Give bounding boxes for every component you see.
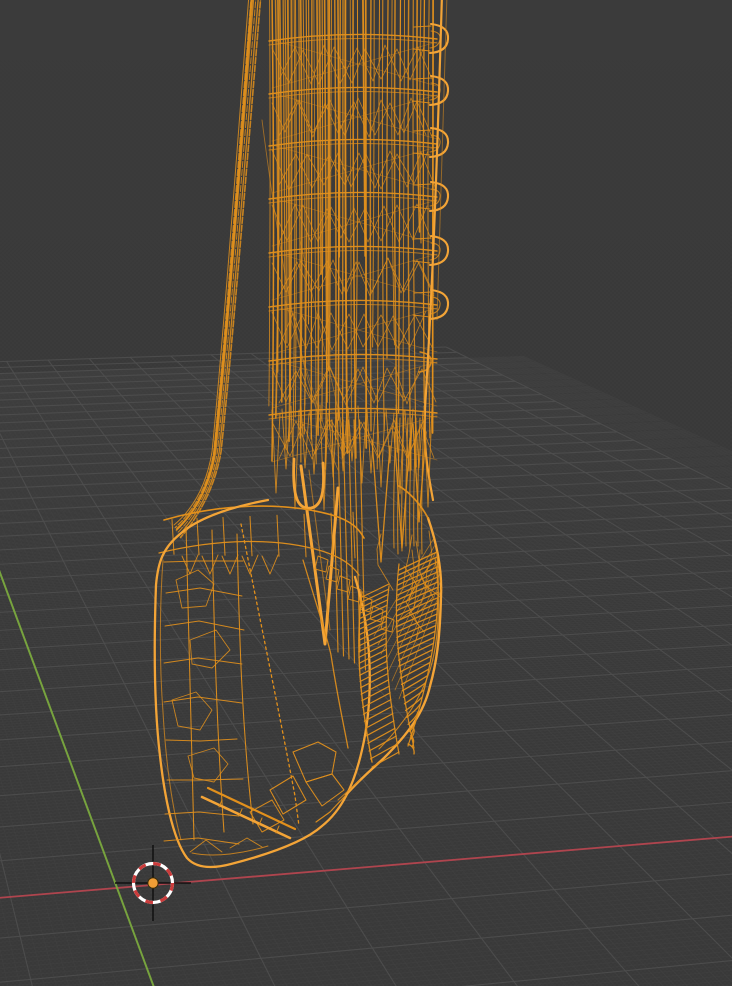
viewport-canvas[interactable]	[0, 0, 732, 986]
blender-3d-viewport[interactable]	[0, 0, 732, 986]
cursor-center-dot	[148, 878, 158, 888]
